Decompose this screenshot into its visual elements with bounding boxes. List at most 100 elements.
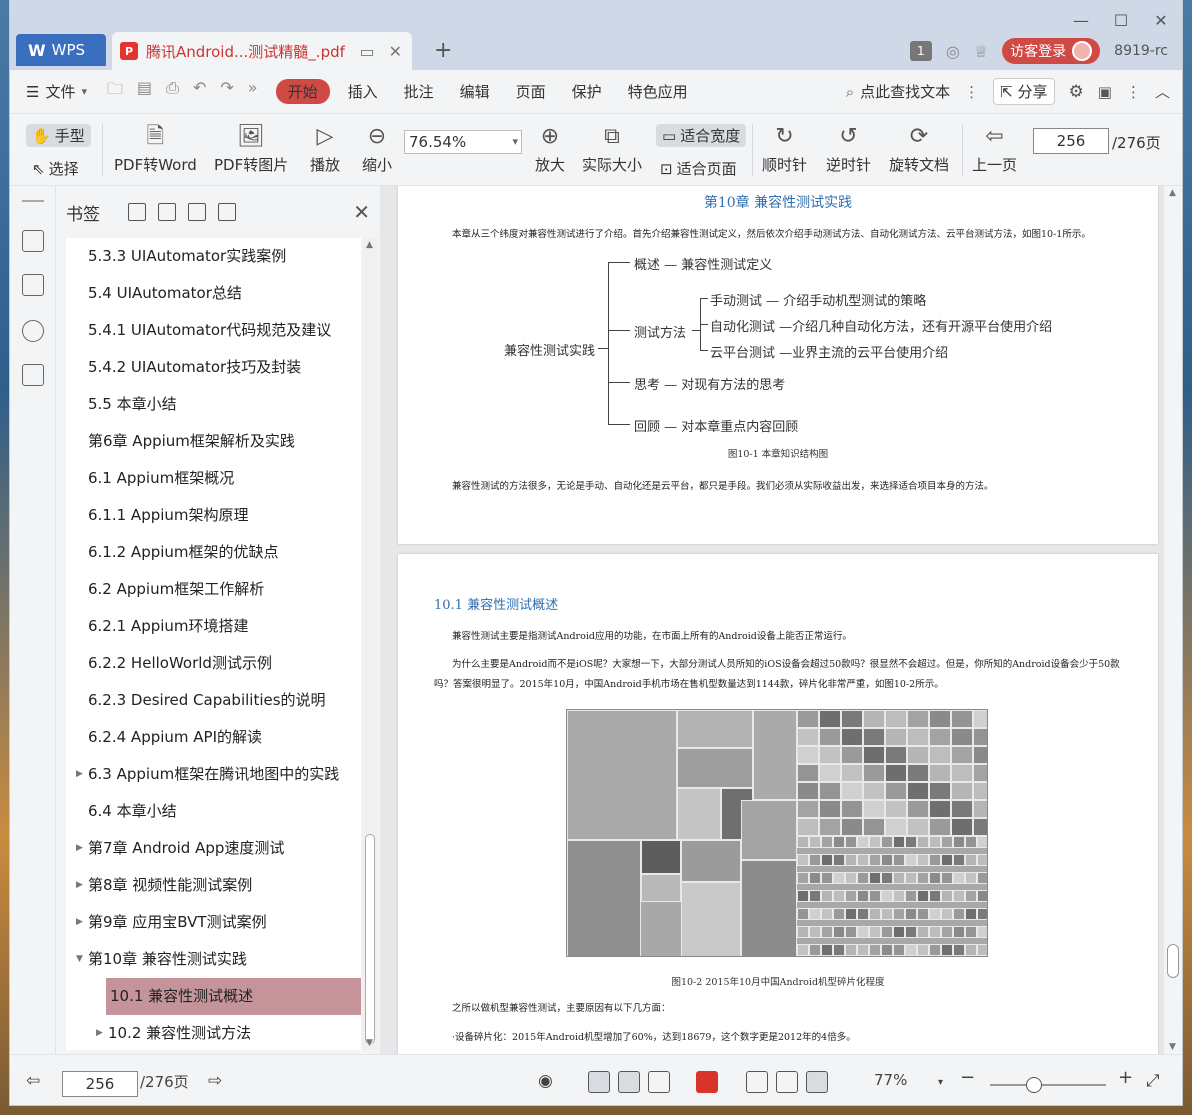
pin-icon[interactable]: ▭ <box>359 42 374 61</box>
scroll-up-icon[interactable]: ▲ <box>1169 188 1176 198</box>
two-page-icon[interactable] <box>648 1071 670 1093</box>
tab-protect[interactable]: 保护 <box>572 81 602 102</box>
bookmark-item[interactable]: ▼ 第10章 兼容性测试实践 <box>66 941 361 978</box>
zoom-slider-knob[interactable] <box>1026 1077 1042 1093</box>
zoom-out-button[interactable]: ⊖ 缩小 <box>362 122 392 175</box>
tab-start[interactable]: 开始 <box>275 79 330 104</box>
zoom-in-status-icon[interactable]: + <box>1118 1067 1133 1088</box>
document-scroll-thumb[interactable] <box>1167 944 1179 978</box>
scroll-up-icon[interactable]: ▲ <box>366 240 373 250</box>
fit-width-status-icon[interactable] <box>806 1071 828 1093</box>
attachment-icon[interactable] <box>22 364 44 386</box>
bookmark-item[interactable]: 6.2.1 Appium环境搭建 <box>66 608 361 645</box>
message-icon[interactable]: ▣ <box>1098 83 1112 101</box>
caret-right-icon[interactable]: ▶ <box>76 904 83 941</box>
rotate-clockwise-button[interactable]: ↻ 顺时针 <box>762 122 807 175</box>
actual-size-button[interactable]: ⧉ 实际大小 <box>582 122 642 175</box>
shirt-icon[interactable]: ♕ <box>974 42 988 61</box>
collapse-ribbon-icon[interactable]: ︿ <box>1155 81 1170 102</box>
bookmark-options-icon[interactable] <box>218 203 236 221</box>
status-page-input[interactable]: 256 <box>62 1071 138 1097</box>
close-window-icon[interactable]: ✕ <box>1152 8 1170 32</box>
minimize-icon[interactable]: — <box>1072 8 1090 32</box>
prev-page-button[interactable]: ⇦ 上一页 <box>972 122 1017 175</box>
document-view[interactable]: 第10章 兼容性测试实践 本章从三个纬度对兼容性测试进行了介绍。首先介绍兼容性测… <box>380 186 1164 1054</box>
scroll-down-icon[interactable]: ▼ <box>366 1038 373 1048</box>
play-button[interactable]: ▷ 播放 <box>310 122 340 175</box>
add-bookmark-icon[interactable] <box>188 203 206 221</box>
bookmark-scroll-thumb[interactable] <box>365 834 375 1044</box>
visitor-login-button[interactable]: 访客登录 <box>1002 38 1101 64</box>
caret-right-icon[interactable]: ▶ <box>76 830 83 867</box>
more-chevrons-icon[interactable]: » <box>248 78 258 105</box>
annotation-icon[interactable] <box>22 320 44 342</box>
pdf-to-image-button[interactable]: 🖼 PDF转图片 <box>214 122 288 175</box>
bookmark-item[interactable]: ▶ 6.3 Appium框架在腾讯地图中的实践 <box>66 756 361 793</box>
zoom-select[interactable]: 76.54% <box>404 130 522 154</box>
document-tab[interactable]: P 腾讯Android...测试精髓_.pdf ▭ ✕ <box>112 32 412 70</box>
continuous-mode-icon[interactable] <box>588 1071 610 1093</box>
close-panel-icon[interactable]: ✕ <box>353 200 370 224</box>
pdf-to-word-button[interactable]: 🗎 PDF转Word <box>114 122 197 175</box>
gear-icon[interactable]: ⚙ <box>1069 82 1084 102</box>
bookmark-scrollbar[interactable]: ▲ ▼ <box>362 238 378 1050</box>
bookmark-item[interactable]: 6.1.2 Appium框架的优缺点 <box>66 534 361 571</box>
bookmark-item[interactable]: ▶ 第7章 Android App速度测试 <box>66 830 361 867</box>
fit-page-button[interactable]: ⊡ 适合页面 <box>660 158 737 179</box>
bookmark-item[interactable]: ▶ 第9章 应用宝BVT测试案例 <box>66 904 361 941</box>
bookmark-item[interactable]: 6.2.2 HelloWorld测试示例 <box>66 645 361 682</box>
bookmark-item[interactable]: 5.3.3 UIAutomator实践案例 <box>66 238 361 275</box>
tab-insert[interactable]: 插入 <box>348 81 378 102</box>
tab-annotate[interactable]: 批注 <box>404 81 434 102</box>
bookmark-item[interactable]: 6.2.4 Appium API的解读 <box>66 719 361 756</box>
print-icon[interactable]: ⎙ <box>166 78 179 105</box>
bookmark-item[interactable]: 6.2 Appium框架工作解析 <box>66 571 361 608</box>
tab-edit[interactable]: 编辑 <box>460 81 490 102</box>
bookmark-item[interactable]: 5.4 UIAutomator总结 <box>66 275 361 312</box>
save-icon[interactable]: ▤ <box>137 78 152 105</box>
play-slideshow-icon[interactable] <box>696 1071 718 1093</box>
single-page-icon[interactable] <box>618 1071 640 1093</box>
bookmark-item[interactable]: 10.1 兼容性测试概述 <box>106 978 361 1015</box>
zoom-in-button[interactable]: ⊕ 放大 <box>535 122 565 175</box>
tab-page[interactable]: 页面 <box>516 81 546 102</box>
bookmark-item[interactable]: 5.4.1 UIAutomator代码规范及建议 <box>66 312 361 349</box>
bookmark-list-icon[interactable] <box>22 230 44 252</box>
document-scrollbar[interactable]: ▲ ▼ <box>1164 186 1182 1054</box>
search-text-button[interactable]: ⌕ 点此查找文本 <box>846 81 950 102</box>
scroll-down-icon[interactable]: ▼ <box>1169 1042 1176 1052</box>
actual-size-status-icon[interactable] <box>746 1071 768 1093</box>
select-tool-button[interactable]: ⇖ 选择 <box>32 158 79 179</box>
fullscreen-icon[interactable]: ⤢ <box>1146 1071 1160 1091</box>
bookmark-item[interactable]: 5.4.2 UIAutomator技巧及封装 <box>66 349 361 386</box>
hand-tool-button[interactable]: ✋ 手型 <box>26 124 91 147</box>
bookmark-item[interactable]: ▶ 10.2 兼容性测试方法 <box>66 1015 361 1050</box>
page-number-input[interactable]: 256 <box>1033 128 1109 154</box>
zoom-dropdown-icon[interactable]: ▾ <box>938 1077 943 1088</box>
open-folder-icon[interactable]: 🗀 <box>107 78 123 105</box>
undo-icon[interactable]: ↶ <box>193 78 206 105</box>
zoom-slider[interactable] <box>990 1077 1106 1093</box>
rotate-counterclockwise-button[interactable]: ↺ 逆时针 <box>826 122 871 175</box>
bookmark-item[interactable]: 5.5 本章小结 <box>66 386 361 423</box>
fit-width-button[interactable]: ▭ 适合宽度 <box>656 124 747 147</box>
close-tab-icon[interactable]: ✕ <box>389 42 402 61</box>
expand-all-icon[interactable] <box>128 203 146 221</box>
file-menu[interactable]: ☰ 文件 ▾ <box>26 81 87 102</box>
caret-right-icon[interactable]: ▶ <box>76 867 83 904</box>
more-vertical-icon[interactable]: ⋮ <box>964 83 979 101</box>
bookmark-item[interactable]: 6.4 本章小结 <box>66 793 361 830</box>
collapse-all-icon[interactable] <box>158 203 176 221</box>
bookmark-item[interactable]: 第6章 Appium框架解析及实践 <box>66 423 361 460</box>
next-page-icon[interactable]: ⇨ <box>208 1071 222 1091</box>
caret-right-icon[interactable]: ▶ <box>96 1015 103 1050</box>
wps-home-tab[interactable]: W WPS <box>16 34 106 66</box>
thumbnail-icon[interactable] <box>22 274 44 296</box>
bookmark-item[interactable]: 6.1.1 Appium架构原理 <box>66 497 361 534</box>
bookmark-item[interactable]: 6.1 Appium框架概况 <box>66 460 361 497</box>
caret-down-icon[interactable]: ▼ <box>76 941 83 978</box>
new-tab-icon[interactable]: + <box>434 38 452 63</box>
prev-page-icon[interactable]: ⇦ <box>26 1071 40 1091</box>
bookmark-item[interactable]: 6.2.3 Desired Capabilities的说明 <box>66 682 361 719</box>
maximize-icon[interactable]: ☐ <box>1112 8 1130 32</box>
